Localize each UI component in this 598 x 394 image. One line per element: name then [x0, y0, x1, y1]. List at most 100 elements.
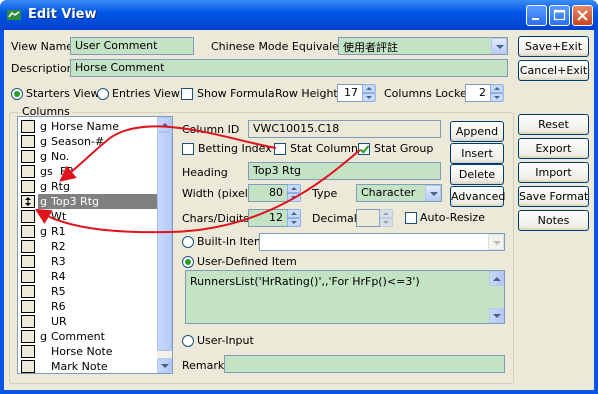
row-handle[interactable] [21, 345, 35, 358]
auto-resize-label: Auto-Resize [420, 211, 485, 224]
advanced-button[interactable]: Advanced [450, 186, 505, 207]
width-input[interactable]: 80 [248, 184, 288, 202]
builtin-item-select[interactable] [259, 233, 505, 251]
list-item[interactable]: g Rtg [18, 179, 158, 194]
list-item[interactable]: g Horse Name [18, 119, 158, 134]
scroll-up-icon[interactable] [157, 117, 172, 132]
columns-list[interactable]: g Horse Name g Season-# g No. gs FP g Rtg g Top3 Rt… [17, 116, 173, 374]
row-handle[interactable] [21, 270, 35, 283]
column-name: R4 [51, 270, 66, 283]
list-item[interactable]: R6 [18, 299, 158, 314]
row-handle[interactable] [21, 240, 35, 253]
row-handle[interactable] [21, 195, 35, 208]
row-handle[interactable] [21, 225, 35, 238]
user-input-radio[interactable] [182, 335, 194, 347]
formula-textarea[interactable]: RunnersList('HrRating()',,'For HrFp()<=3… [185, 270, 505, 324]
list-item[interactable]: R2 [18, 239, 158, 254]
column-id-label: Column ID [182, 123, 240, 136]
minimize-button[interactable] [526, 5, 547, 26]
row-handle[interactable] [21, 330, 35, 343]
column-name: Mark Note [51, 360, 108, 373]
columns-locked-input[interactable]: 2 [465, 84, 491, 102]
list-item[interactable]: R4 [18, 269, 158, 284]
column-name: R2 [51, 240, 66, 253]
row-height-input[interactable]: 17 [337, 84, 363, 102]
column-name: R1 [51, 225, 66, 238]
list-item[interactable]: Horse Note [18, 344, 158, 359]
betting-index-checkbox[interactable] [182, 143, 194, 155]
auto-resize-checkbox[interactable] [405, 212, 417, 224]
remark-field[interactable] [224, 355, 505, 373]
scroll-thumb[interactable] [157, 132, 172, 351]
export-button[interactable]: Export [518, 138, 589, 159]
delete-button[interactable]: Delete [450, 164, 504, 185]
builtin-item-label: Built-In Item [197, 235, 265, 248]
list-item[interactable]: R3 [18, 254, 158, 269]
insert-button[interactable]: Insert [450, 143, 504, 164]
list-item[interactable]: g Comment [18, 329, 158, 344]
list-item[interactable]: gs FP [18, 164, 158, 179]
row-handle[interactable] [21, 360, 35, 373]
row-handle[interactable] [21, 210, 35, 223]
row-handle[interactable] [21, 285, 35, 298]
row-handle[interactable] [21, 150, 35, 163]
description-field[interactable]: Horse Comment [70, 59, 508, 77]
list-item[interactable]: Wt [18, 209, 158, 224]
column-name: Horse Name [51, 120, 119, 133]
row-handle[interactable] [21, 135, 35, 148]
remark-label: Remark [182, 359, 225, 372]
column-name: Rtg [51, 180, 70, 193]
columns-locked-spinner[interactable] [490, 84, 504, 102]
list-item[interactable]: R5 [18, 284, 158, 299]
row-handle[interactable] [21, 315, 35, 328]
chars-digits-input[interactable]: 12 [248, 209, 288, 227]
columns-scrollbar[interactable] [157, 117, 172, 373]
stat-column-checkbox[interactable] [274, 143, 286, 155]
builtin-item-radio[interactable] [182, 236, 194, 248]
scroll-down-icon[interactable] [489, 308, 504, 323]
show-formula-checkbox[interactable] [181, 88, 193, 100]
maximize-button[interactable] [549, 5, 570, 26]
save-exit-button[interactable]: Save+Exit [518, 36, 589, 57]
list-item[interactable]: UR [18, 314, 158, 329]
reset-button[interactable]: Reset [518, 114, 589, 135]
notes-button[interactable]: Notes [518, 210, 589, 231]
column-name: R6 [51, 300, 66, 313]
width-spinner[interactable] [287, 184, 301, 202]
list-item[interactable]: g Season-# [18, 134, 158, 149]
row-height-spinner[interactable] [362, 84, 376, 102]
chars-digits-spinner[interactable] [287, 209, 301, 227]
row-handle[interactable] [21, 300, 35, 313]
list-item[interactable]: g No. [18, 149, 158, 164]
import-button[interactable]: Import [518, 162, 589, 183]
list-item[interactable]: g Top3 Rtg [18, 194, 158, 209]
row-handle[interactable] [21, 180, 35, 193]
entries-view-radio[interactable] [97, 88, 109, 100]
chevron-down-icon[interactable] [491, 38, 507, 54]
decimal-spinner [379, 209, 393, 227]
close-button[interactable] [572, 5, 593, 26]
list-item[interactable]: g R1 [18, 224, 158, 239]
close-icon [577, 10, 588, 21]
edit-view-window: Edit View View Name User Comment Chinese… [0, 0, 598, 394]
title-bar[interactable]: Edit View [0, 0, 598, 30]
save-format-button[interactable]: Save Format [518, 186, 589, 207]
heading-field[interactable]: Top3 Rtg [248, 162, 441, 180]
cancel-exit-button[interactable]: Cancel+Exit [518, 60, 589, 81]
row-handle[interactable] [21, 165, 35, 178]
row-handle[interactable] [21, 255, 35, 268]
user-defined-radio[interactable] [182, 256, 194, 268]
list-item[interactable]: Mark Note [18, 359, 158, 373]
chevron-down-icon[interactable] [425, 185, 441, 201]
view-name-field[interactable]: User Comment [70, 37, 194, 55]
scroll-up-icon[interactable] [489, 271, 504, 286]
row-handle[interactable] [21, 120, 35, 133]
resize-vertical-icon [25, 197, 31, 206]
dialog-body: View Name User Comment Chinese Mode Equi… [4, 30, 594, 390]
starters-view-radio[interactable] [11, 88, 23, 100]
group-flag: g [40, 150, 47, 163]
stat-group-checkbox[interactable] [358, 143, 370, 155]
chinese-mode-select[interactable]: 使用者評註 [338, 37, 508, 55]
append-button[interactable]: Append [450, 121, 504, 142]
scroll-down-icon[interactable] [157, 358, 172, 373]
